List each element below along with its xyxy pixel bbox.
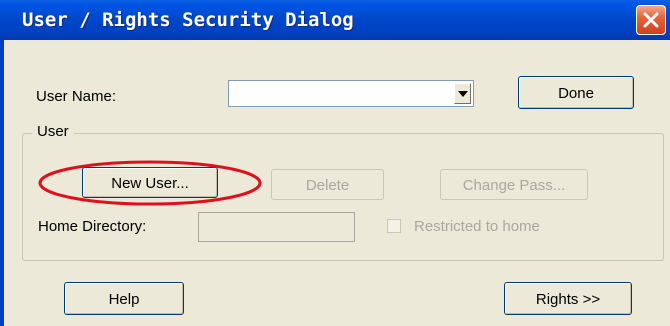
highlight-ellipse bbox=[38, 160, 262, 206]
home-directory-label: Home Directory: bbox=[38, 218, 147, 235]
restricted-label: Restricted to home bbox=[414, 218, 540, 235]
security-dialog: User / Rights Security Dialog User Name:… bbox=[0, 0, 670, 326]
restricted-checkbox[interactable] bbox=[387, 219, 401, 233]
user-group-legend: User bbox=[32, 123, 74, 140]
change-pass-button[interactable]: Change Pass... bbox=[440, 169, 588, 200]
user-name-dropdown-button[interactable] bbox=[454, 83, 471, 104]
home-directory-field[interactable] bbox=[198, 212, 355, 242]
title-bar[interactable]: User / Rights Security Dialog bbox=[0, 0, 670, 40]
close-icon bbox=[643, 12, 659, 28]
close-button[interactable] bbox=[636, 5, 666, 35]
rights-button[interactable]: Rights >> bbox=[504, 282, 632, 315]
done-button[interactable]: Done bbox=[518, 76, 634, 109]
window-title: User / Rights Security Dialog bbox=[22, 9, 354, 31]
help-button[interactable]: Help bbox=[64, 282, 184, 315]
user-name-combo[interactable] bbox=[228, 80, 474, 107]
chevron-down-icon bbox=[458, 91, 468, 97]
delete-button[interactable]: Delete bbox=[271, 169, 384, 200]
window-frame bbox=[0, 40, 4, 326]
user-name-label: User Name: bbox=[36, 88, 117, 105]
